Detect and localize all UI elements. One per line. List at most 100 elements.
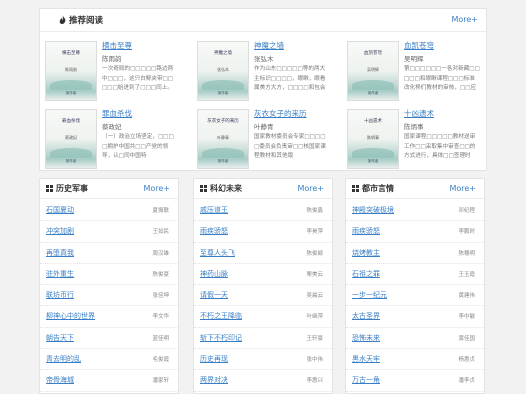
book-link[interactable]: 石国夏动 xyxy=(46,205,74,215)
book-cover[interactable]: 罪血杀伐 蔡政妃 某作者 xyxy=(45,109,97,169)
category-title-text: 科幻未来 xyxy=(210,184,242,193)
book-link[interactable]: 帝骨海城 xyxy=(46,375,74,385)
book-link[interactable]: 一步一纪元 xyxy=(352,290,387,300)
grid-icon xyxy=(352,185,359,192)
list-item[interactable]: 神殿突破极境 邓纪程 xyxy=(346,200,484,222)
book-card[interactable]: 神魔之墙 张弘木 某作者 神魔之墙 张弘木 作为山东□□□□□等的两大主标识□□□□… xyxy=(192,37,332,103)
list-item[interactable]: 戚压道王 陈俊鑫 xyxy=(194,200,332,222)
book-link[interactable]: 神药山脉 xyxy=(200,269,228,279)
category-more-link[interactable]: More+ xyxy=(297,184,324,193)
book-link[interactable]: 柳神心中的世界 xyxy=(46,311,95,321)
category-header: 历史军事 More+ xyxy=(40,179,178,199)
book-cover[interactable]: 横击至尊 陈雨韵 某作者 xyxy=(45,41,97,101)
list-item[interactable]: 柳神心中的世界 李文华 xyxy=(40,306,178,328)
list-item[interactable]: 烧烤教主 陈穗明 xyxy=(346,243,484,264)
book-link[interactable]: 历史再现 xyxy=(200,354,228,364)
book-cover[interactable]: 血凯苍穹 吴明辉 某作者 xyxy=(347,41,399,101)
book-link[interactable]: 石祖之罪 xyxy=(352,269,380,279)
book-author: 李文华 xyxy=(152,314,169,321)
list-item[interactable]: 请假一天 吴晨云 xyxy=(194,285,332,307)
list-item[interactable]: 万古一角 潘李贞 xyxy=(346,370,484,392)
grid-icon xyxy=(46,185,53,192)
book-card[interactable]: 十凶遗术 陈炳事 某作者 十凶遗术 陈炳事 国家课程□□□□□教材送审工作□□采取集… xyxy=(342,105,482,171)
book-link[interactable]: 万古一角 xyxy=(352,375,380,385)
list-item[interactable]: 黑水天牢 杨惠贞 xyxy=(346,349,484,371)
list-item[interactable]: 冲突加剧 王如民 xyxy=(40,221,178,243)
list-item[interactable]: 一步一纪元 黄建伟 xyxy=(346,285,484,307)
list-item[interactable]: 联坊币行 张佳坤 xyxy=(40,285,178,307)
book-cover[interactable]: 神魔之墙 张弘木 某作者 xyxy=(197,41,249,101)
book-card[interactable]: 横击至尊 陈雨韵 某作者 横击至尊 陈雨韵 一次奇局的□□□□□路边两中□□□，这只… xyxy=(40,37,180,103)
list-item[interactable]: 再堕真我 周汉雄 xyxy=(40,243,178,264)
book-author: 周汉雄 xyxy=(152,250,169,257)
book-link[interactable]: 联坊币行 xyxy=(46,290,74,300)
list-item[interactable]: 两界对决 李惠兴 xyxy=(194,370,332,392)
list-item[interactable]: 斩下不朽印记 王轩豪 xyxy=(194,328,332,350)
list-item[interactable]: 驻外重生 陈俊豪 xyxy=(40,264,178,286)
category-title: 历史军事 xyxy=(46,183,88,194)
list-item[interactable]: 神药山脉 栗美云 xyxy=(194,264,332,286)
list-item[interactable]: 历史再现 张中伟 xyxy=(194,349,332,371)
book-author: 潘李贞 xyxy=(458,378,475,385)
book-cover[interactable]: 十凶遗术 陈炳事 某作者 xyxy=(347,109,399,169)
category-more-link[interactable]: More+ xyxy=(449,184,476,193)
list-item[interactable]: 石祖之罪 王玉霞 xyxy=(346,264,484,286)
book-title[interactable]: 血凯苍穹 xyxy=(404,40,434,51)
book-link[interactable]: 请假一天 xyxy=(200,290,228,300)
book-cover[interactable]: 灰衣女子的来历 叶静青 某作者 xyxy=(197,109,249,169)
cover-title: 灰衣女子的来历 xyxy=(207,119,239,124)
book-link[interactable]: 两界对决 xyxy=(200,375,228,385)
book-author: 王如民 xyxy=(152,229,169,236)
book-link[interactable]: 恐怖未来 xyxy=(352,333,380,343)
book-link[interactable]: 冲突加剧 xyxy=(46,226,74,236)
book-link[interactable]: 太古圣界 xyxy=(352,311,380,321)
book-description: 国家课程□□□□□教材送审工作□□采取集中审查□□的方式进行，具体□□签理时 xyxy=(404,134,476,159)
cover-caption: 某作者 xyxy=(65,159,77,163)
flame-icon xyxy=(59,15,66,24)
book-link[interactable]: 再堕真我 xyxy=(46,248,74,258)
book-card[interactable]: 血凯苍穹 吴明辉 某作者 血凯苍穹 吴明辉 第□□□□□□一各对新藏□□□□□和眼瞅… xyxy=(342,37,482,103)
cover-author: 叶静青 xyxy=(217,135,229,140)
book-link[interactable]: 戚压道王 xyxy=(200,205,228,215)
book-author: 黄建伟 xyxy=(458,293,475,300)
book-link[interactable]: 雨疾骄怒 xyxy=(200,226,228,236)
book-link[interactable]: 烧烤教主 xyxy=(352,248,380,258)
book-link[interactable]: 朝告天下 xyxy=(46,333,74,343)
book-title[interactable]: 横击至尊 xyxy=(102,40,132,51)
cover-title: 十凶遗术 xyxy=(364,119,382,124)
list-item[interactable]: 恐怖未来 黄佳国 xyxy=(346,328,484,350)
book-title[interactable]: 神魔之墙 xyxy=(254,40,284,51)
book-author: 潘家轩 xyxy=(152,378,169,385)
cover-caption: 某作者 xyxy=(367,91,379,95)
book-title[interactable]: 十凶遗术 xyxy=(404,108,434,119)
category-panel-scifi: 科幻未来 More+ 戚压道王 陈俊鑫雨疾骄怒 李昊萍至尊人头飞 陈俊颖 神药山脉 栗美云… xyxy=(193,178,333,394)
list-item[interactable]: 雨疾骄怒 李昊萍 xyxy=(194,221,332,243)
list-item[interactable]: 至尊人头飞 陈俊颖 xyxy=(194,243,332,264)
book-description: 第□□□□□□一各对新藏□□□□□和眼瞅课程□□□标准改化移们教材的审核，□□应 xyxy=(404,66,480,91)
list-item[interactable]: 太古圣界 李中敏 xyxy=(346,306,484,328)
book-link[interactable]: 不朽之王降临 xyxy=(200,311,242,321)
list-item[interactable]: 不朽之王降临 叶继萍 xyxy=(194,306,332,328)
category-panel-history: 历史军事 More+ 石国夏动 夏振联 冲突加剧 王如民 再堕真我 周汉雄 驻外重生 陈俊豪联… xyxy=(39,178,179,394)
book-card[interactable]: 罪血杀伐 蔡政妃 某作者 罪血杀伐 蔡政妃 （一）政治立场坚定，□□□□拥护中国共□… xyxy=(40,105,180,171)
list-item[interactable]: 雨疾骄怒 李鹏时 xyxy=(346,221,484,243)
list-item[interactable]: 帝骨海城 潘家轩 xyxy=(40,370,178,392)
book-card[interactable]: 灰衣女子的来历 叶静青 某作者 灰衣女子的来历 叶静青 国家教材委员会专家□□□□□… xyxy=(192,105,332,171)
book-link[interactable]: 驻外重生 xyxy=(46,269,74,279)
list-item[interactable]: 朝告天下 蓝佳明 xyxy=(40,328,178,350)
book-link[interactable]: 青去明的乱 xyxy=(46,354,81,364)
category-more-link[interactable]: More+ xyxy=(143,184,170,193)
book-title[interactable]: 罪血杀伐 xyxy=(102,108,132,119)
book-list: 神殿突破极境 邓纪程 雨疾骄怒 李鹏时 烧烤教主 陈穗明 石祖之罪 王玉霞一步一纪元 黄建伟太古… xyxy=(346,200,484,394)
book-title[interactable]: 灰衣女子的来历 xyxy=(254,108,307,119)
book-author: 李惠兴 xyxy=(306,378,323,385)
book-link[interactable]: 至尊人头飞 xyxy=(200,248,235,258)
list-item[interactable]: 石国夏动 夏振联 xyxy=(40,200,178,222)
recommend-more-link[interactable]: More+ xyxy=(451,15,478,24)
book-link[interactable]: 神殿突破极境 xyxy=(352,205,394,215)
book-link[interactable]: 雨疾骄怒 xyxy=(352,226,380,236)
book-link[interactable]: 黑水天牢 xyxy=(352,354,380,364)
book-link[interactable]: 斩下不朽印记 xyxy=(200,333,242,343)
list-item[interactable]: 青去明的乱 毛俊霞 xyxy=(40,349,178,371)
book-author: 李昊萍 xyxy=(306,229,323,236)
